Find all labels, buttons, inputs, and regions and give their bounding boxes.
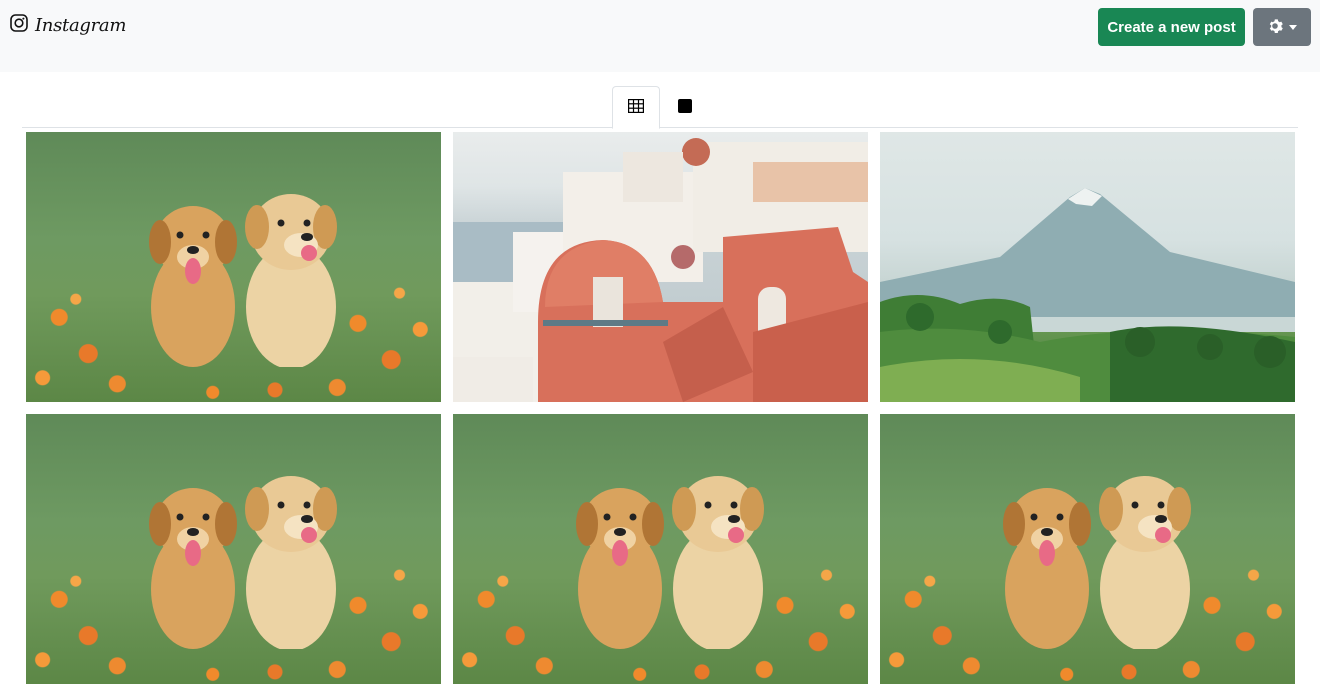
brand-name: Instagram xyxy=(35,15,126,36)
puppy xyxy=(241,459,341,649)
settings-dropdown-button[interactable] xyxy=(1253,8,1311,46)
puppy xyxy=(148,187,238,367)
post-image-mountain[interactable] xyxy=(880,132,1295,402)
puppy xyxy=(148,469,238,649)
puppy xyxy=(575,469,665,649)
navbar: Instagram Create a new post xyxy=(0,0,1320,72)
view-tabs xyxy=(22,86,1298,128)
square-icon xyxy=(678,98,692,117)
post-image-puppies[interactable] xyxy=(453,414,868,684)
gear-icon xyxy=(1267,18,1283,37)
puppy xyxy=(1095,459,1195,649)
tab-grid-view[interactable] xyxy=(612,86,660,129)
post-image-santorini[interactable] xyxy=(453,132,868,402)
mountain-scene xyxy=(880,132,1295,402)
puppy xyxy=(241,177,341,367)
chevron-down-icon xyxy=(1289,25,1297,30)
tab-single-view[interactable] xyxy=(661,86,709,128)
create-post-button[interactable]: Create a new post xyxy=(1098,8,1245,46)
post-image-puppies[interactable] xyxy=(880,414,1295,684)
brand[interactable]: Instagram xyxy=(10,14,126,36)
post-image-puppies[interactable] xyxy=(26,132,441,402)
santorini-scene xyxy=(453,132,868,402)
grid-icon xyxy=(628,98,644,117)
puppy xyxy=(1002,469,1092,649)
instagram-icon xyxy=(10,14,28,36)
puppy xyxy=(668,459,768,649)
post-image-puppies[interactable] xyxy=(26,414,441,684)
